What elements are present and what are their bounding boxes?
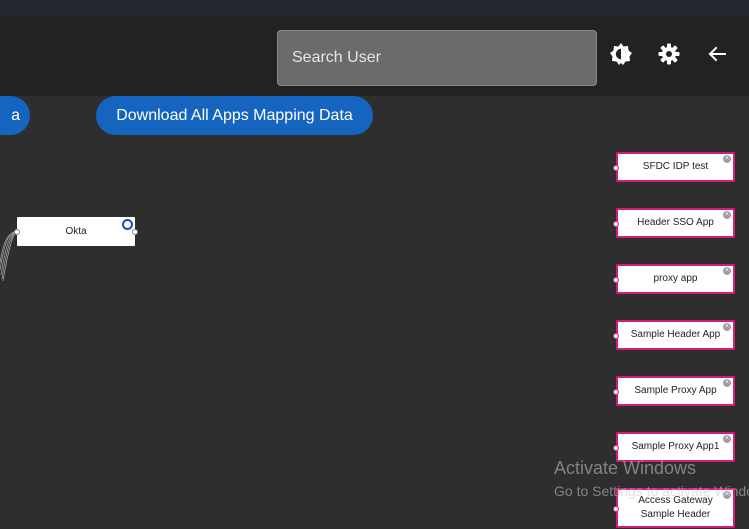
- app-port: [613, 221, 619, 227]
- idp-node-okta[interactable]: Okta: [17, 217, 135, 246]
- activation-watermark-subtitle: Go to Settings to activate Windows.: [554, 483, 749, 499]
- brightness-icon[interactable]: [609, 42, 633, 66]
- app-port: [613, 389, 619, 395]
- remove-icon[interactable]: ×: [723, 323, 731, 331]
- activation-watermark-title: Activate Windows: [554, 458, 697, 478]
- remove-icon[interactable]: ×: [723, 435, 731, 443]
- app-node[interactable]: Sample Proxy App ×: [616, 376, 735, 406]
- idp-node-label: Okta: [65, 225, 87, 237]
- search-placeholder: Search User: [292, 49, 381, 66]
- connector-lines: [0, 230, 17, 282]
- idp-badge-icon: [122, 219, 133, 230]
- app-node-label: Header SSO App: [637, 217, 714, 228]
- app-node[interactable]: Header SSO App ×: [616, 208, 735, 238]
- download-mapping-button[interactable]: Download All Apps Mapping Data: [96, 96, 373, 135]
- app-node-label: SFDC IDP test: [642, 161, 709, 172]
- app-node-label: Sample Proxy App: [634, 385, 717, 396]
- app-node-label: Sample Header App: [630, 329, 721, 340]
- app-port: [613, 277, 619, 283]
- okta-right-port: [132, 229, 138, 235]
- app-node-label: Sample Proxy App1: [631, 441, 720, 452]
- app-port: [613, 165, 619, 171]
- app-node-label: proxy app: [653, 273, 698, 284]
- okta-left-port: [14, 229, 20, 235]
- top-strip: [0, 0, 749, 16]
- app-node[interactable]: SFDC IDP test ×: [616, 152, 735, 182]
- gear-icon[interactable]: [657, 42, 681, 66]
- app-node[interactable]: proxy app ×: [616, 264, 735, 294]
- app-port: [613, 445, 619, 451]
- search-user-input[interactable]: Search User: [277, 30, 597, 86]
- remove-icon[interactable]: ×: [723, 155, 731, 163]
- partial-action-button[interactable]: a: [0, 96, 30, 135]
- app-node[interactable]: Sample Header App ×: [616, 320, 735, 350]
- remove-icon[interactable]: ×: [723, 379, 731, 387]
- remove-icon[interactable]: ×: [723, 267, 731, 275]
- app-port: [613, 333, 619, 339]
- remove-icon[interactable]: ×: [723, 211, 731, 219]
- app-port: [613, 506, 619, 512]
- back-arrow-icon[interactable]: [705, 42, 729, 66]
